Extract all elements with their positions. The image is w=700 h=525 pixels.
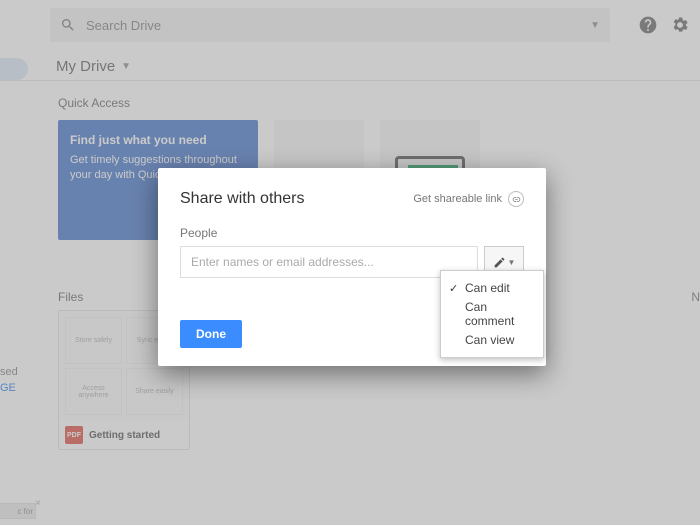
close-icon[interactable]: × <box>35 498 41 509</box>
chevron-down-icon: ▼ <box>121 61 131 72</box>
pencil-icon <box>493 256 506 269</box>
search-placeholder: Search Drive <box>86 18 161 33</box>
breadcrumb-title: My Drive <box>56 58 115 75</box>
storage-used-label: sed <box>0 366 18 378</box>
dropdown-item-edit[interactable]: Can edit <box>441 275 543 301</box>
done-button[interactable]: Done <box>180 320 242 348</box>
file-name: Getting started <box>89 430 160 441</box>
bottom-toast[interactable]: c for × <box>0 503 36 519</box>
quick-access-heading: Quick Access <box>58 96 130 110</box>
link-icon <box>508 191 524 207</box>
sidebar-storage-chunk: sed GE <box>0 366 18 394</box>
shareable-link-label: Get shareable link <box>413 193 502 205</box>
truncated-right-label: N <box>691 290 700 304</box>
thumb-cell: Share easily <box>126 368 183 415</box>
dropdown-item-view[interactable]: Can view <box>441 327 543 353</box>
upgrade-storage-link[interactable]: GE <box>0 382 18 394</box>
sidebar-selected-pill <box>0 58 28 80</box>
permission-dropdown-menu: Can edit Can comment Can view <box>440 270 544 358</box>
dropdown-item-comment[interactable]: Can comment <box>441 301 543 327</box>
promo-title: Find just what you need <box>70 132 246 149</box>
thumb-cell: Access anywhere <box>65 368 122 415</box>
chevron-down-icon: ▼ <box>508 258 516 267</box>
files-heading: Files <box>58 290 83 304</box>
modal-title: Share with others <box>180 190 305 208</box>
search-input-container[interactable]: Search Drive ▼ <box>50 8 610 42</box>
search-bar: Search Drive ▼ <box>50 8 690 42</box>
gear-icon[interactable] <box>670 15 690 35</box>
search-icon <box>60 17 76 33</box>
help-icon[interactable] <box>638 15 658 35</box>
people-input[interactable] <box>180 246 478 278</box>
divider <box>0 80 700 81</box>
toast-text: c for <box>17 507 33 516</box>
pdf-icon: PDF <box>65 426 83 444</box>
people-label: People <box>180 226 524 240</box>
search-options-caret[interactable]: ▼ <box>590 20 600 31</box>
get-shareable-link-button[interactable]: Get shareable link <box>413 191 524 207</box>
thumb-cell: Store safely <box>65 317 122 364</box>
breadcrumb[interactable]: My Drive ▼ <box>56 58 131 75</box>
